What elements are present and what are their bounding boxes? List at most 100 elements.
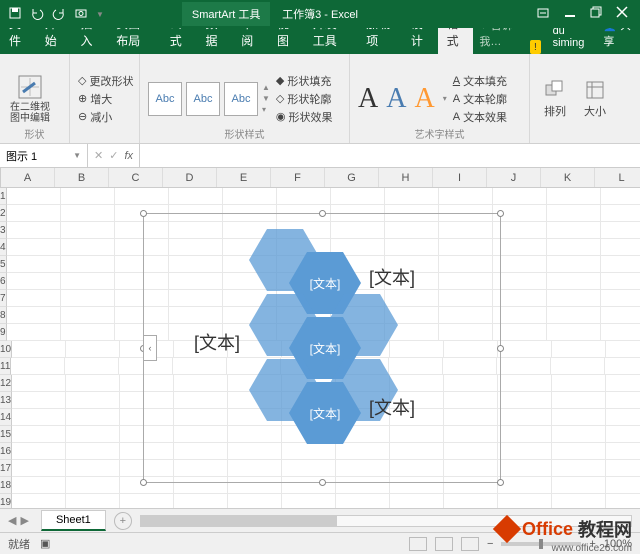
cell[interactable]	[12, 426, 66, 443]
sheet-nav-prev-icon[interactable]: ◀	[8, 514, 16, 527]
resize-handle[interactable]	[497, 479, 504, 486]
wordart-style-1[interactable]: A	[358, 83, 378, 115]
row-header[interactable]: 18	[0, 477, 12, 494]
cell[interactable]	[390, 494, 444, 508]
cell[interactable]	[228, 494, 282, 508]
cell[interactable]	[66, 426, 120, 443]
shape-style-1[interactable]: Abc	[148, 82, 182, 116]
smartart-object[interactable]: ‹ [文本] [文本] [文本] [文本] [文本] [文本]	[143, 213, 501, 483]
text-outline-button[interactable]: A文本轮廓	[453, 91, 507, 107]
save-icon[interactable]	[8, 6, 22, 23]
resize-handle[interactable]	[319, 210, 326, 217]
cell[interactable]	[498, 460, 552, 477]
cell[interactable]	[547, 239, 601, 256]
cell[interactable]	[11, 358, 65, 375]
add-sheet-button[interactable]: +	[114, 512, 132, 530]
cell[interactable]	[552, 460, 606, 477]
wordart-style-2[interactable]: A	[386, 83, 406, 115]
cell[interactable]	[12, 392, 66, 409]
cell[interactable]	[601, 290, 640, 307]
col-header[interactable]: C	[109, 168, 163, 187]
cell[interactable]	[606, 460, 640, 477]
cell[interactable]	[606, 341, 640, 358]
ribbon-options-icon[interactable]	[536, 6, 550, 23]
cell[interactable]	[493, 188, 547, 205]
cell[interactable]	[606, 426, 640, 443]
cell[interactable]	[552, 392, 606, 409]
cell[interactable]	[61, 324, 115, 341]
cell[interactable]	[606, 494, 640, 508]
gallery-up-icon[interactable]: ▲	[262, 83, 270, 92]
row-header[interactable]: 14	[0, 409, 12, 426]
cell[interactable]	[66, 460, 120, 477]
cell[interactable]	[606, 443, 640, 460]
cell[interactable]	[601, 256, 640, 273]
resize-handle[interactable]	[140, 210, 147, 217]
cell[interactable]	[552, 341, 606, 358]
cell[interactable]	[336, 494, 390, 508]
cell[interactable]	[497, 358, 551, 375]
cell[interactable]	[605, 358, 640, 375]
shape-style-3[interactable]: Abc	[224, 82, 258, 116]
cell[interactable]	[385, 188, 439, 205]
row-header[interactable]: 16	[0, 443, 12, 460]
cell[interactable]	[498, 375, 552, 392]
cell[interactable]	[552, 443, 606, 460]
cell[interactable]	[606, 477, 640, 494]
shrink-button[interactable]: ⊖减小	[78, 109, 133, 125]
cell[interactable]	[444, 494, 498, 508]
cell[interactable]	[7, 290, 61, 307]
shape-style-2[interactable]: Abc	[186, 82, 220, 116]
cell[interactable]	[552, 477, 606, 494]
cell[interactable]	[282, 494, 336, 508]
cell[interactable]	[547, 307, 601, 324]
cell[interactable]	[606, 409, 640, 426]
resize-handle[interactable]	[140, 479, 147, 486]
cell[interactable]	[601, 307, 640, 324]
col-header[interactable]: B	[55, 168, 109, 187]
text-fill-button[interactable]: A文本填充	[453, 73, 507, 89]
cell[interactable]	[498, 341, 552, 358]
cell[interactable]	[7, 256, 61, 273]
row-header[interactable]: 12	[0, 375, 12, 392]
enlarge-button[interactable]: ⊕增大	[78, 91, 133, 107]
text-pane-toggle[interactable]: ‹	[143, 335, 157, 361]
col-header[interactable]: H	[379, 168, 433, 187]
row-header[interactable]: 11	[0, 358, 11, 375]
text-effect-button[interactable]: A文本效果	[453, 109, 507, 125]
wordart-style-3[interactable]: A	[414, 83, 434, 115]
cell[interactable]	[61, 188, 115, 205]
cell[interactable]	[547, 222, 601, 239]
cell[interactable]	[601, 222, 640, 239]
cell[interactable]	[601, 324, 640, 341]
cell[interactable]	[61, 205, 115, 222]
cell[interactable]	[547, 324, 601, 341]
cell[interactable]	[66, 443, 120, 460]
cell[interactable]	[61, 256, 115, 273]
cell[interactable]	[7, 222, 61, 239]
edit-2d-button[interactable]: 在二维视图中编辑	[8, 74, 52, 124]
resize-handle[interactable]	[319, 479, 326, 486]
wa-gallery-more-icon[interactable]: ▾	[443, 94, 447, 103]
cell[interactable]	[61, 222, 115, 239]
cell[interactable]	[601, 273, 640, 290]
cell[interactable]	[498, 426, 552, 443]
shape-fill-button[interactable]: ◆形状填充	[276, 73, 333, 89]
cell[interactable]	[498, 409, 552, 426]
cell[interactable]	[606, 375, 640, 392]
accept-icon[interactable]: ✓	[109, 149, 118, 162]
cell[interactable]	[277, 188, 331, 205]
cell[interactable]	[547, 273, 601, 290]
cell[interactable]	[606, 392, 640, 409]
row-header[interactable]: 19	[0, 494, 12, 508]
cell[interactable]	[547, 188, 601, 205]
cell[interactable]	[7, 307, 61, 324]
redo-icon[interactable]	[52, 6, 66, 23]
camera-icon[interactable]	[74, 6, 88, 23]
row-header[interactable]: 13	[0, 392, 12, 409]
gallery-down-icon[interactable]: ▼	[262, 94, 270, 103]
row-header[interactable]: 17	[0, 460, 12, 477]
cell[interactable]	[552, 426, 606, 443]
col-header[interactable]: K	[541, 168, 595, 187]
cell[interactable]	[7, 188, 61, 205]
